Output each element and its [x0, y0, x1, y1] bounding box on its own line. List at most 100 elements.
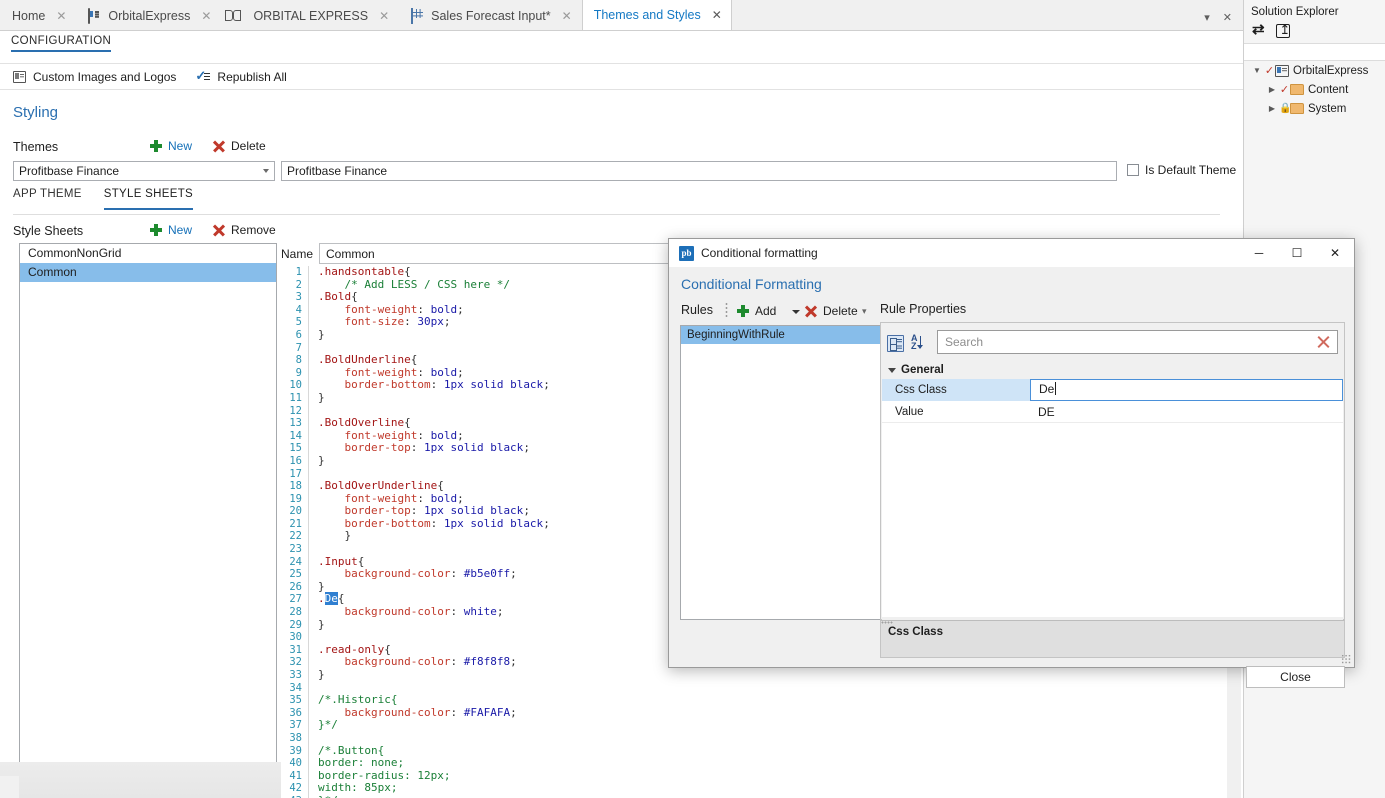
left-edge-background — [0, 776, 19, 798]
themes-label: Themes — [13, 140, 59, 154]
code-token: width: 85px; — [318, 781, 398, 795]
close-icon[interactable]: ✕ — [201, 10, 211, 22]
delete-rule-button[interactable]: Delete — [805, 304, 858, 318]
close-icon[interactable]: ✕ — [1316, 239, 1354, 267]
tab-orbital-express-model[interactable]: ORBITAL EXPRESS ✕ — [221, 0, 399, 30]
code-line[interactable]: 39 /*.Button{ — [281, 744, 1219, 758]
line-number: 31 — [281, 643, 309, 657]
property-group-general[interactable]: General — [882, 361, 1343, 379]
chevron-right-icon[interactable]: ▶ — [1265, 85, 1279, 94]
list-item[interactable]: CommonNonGrid — [20, 244, 276, 263]
resize-grip[interactable] — [1341, 654, 1351, 664]
tree-node-content[interactable]: ▶ ✓ Content — [1244, 80, 1385, 99]
tree-node-label: Content — [1308, 83, 1349, 96]
tree-node-system[interactable]: ▶ 🔒 System — [1244, 99, 1385, 118]
close-icon[interactable]: ✕ — [1223, 13, 1232, 24]
list-item[interactable]: BeginningWithRule — [681, 326, 881, 344]
book-icon — [233, 9, 247, 22]
property-row-value[interactable]: Value DE — [882, 401, 1343, 423]
code-token: : — [450, 605, 464, 619]
code-token: border-radius: 12px; — [318, 768, 451, 782]
checkbox-box[interactable] — [1127, 164, 1139, 176]
code-line[interactable]: 38 — [281, 731, 1219, 745]
code-line[interactable]: 37}*/ — [281, 719, 1219, 732]
chevron-right-icon[interactable]: ▶ — [1265, 104, 1279, 113]
code-token: : — [417, 365, 431, 379]
solution-explorer-search[interactable] — [1244, 43, 1385, 61]
close-icon[interactable]: ✕ — [562, 10, 572, 22]
code-token: ; — [523, 504, 530, 518]
check-icon: ✓ — [1279, 84, 1290, 96]
chevron-down-icon[interactable] — [792, 310, 800, 314]
description-splitter-grip[interactable] — [881, 621, 893, 624]
dialog-body: Conditional Formatting Rules Add Delete … — [669, 267, 1354, 688]
publish-icon[interactable] — [1276, 22, 1290, 38]
close-button[interactable]: Close — [1246, 666, 1345, 688]
code-token: background-color — [318, 605, 451, 619]
close-icon[interactable]: ✕ — [56, 10, 66, 22]
tab-themes-and-styles[interactable]: Themes and Styles ✕ — [581, 0, 732, 30]
button-label: Republish All — [217, 69, 287, 84]
chevron-down-icon[interactable]: ▾ — [1204, 13, 1210, 24]
tab-app-theme[interactable]: APP THEME — [13, 188, 82, 210]
code-line[interactable]: 34 — [281, 681, 1219, 695]
republish-all-button[interactable]: Republish All — [195, 68, 287, 84]
code-token: } — [318, 390, 325, 404]
toolbar-overflow-icon[interactable]: ▾ — [862, 306, 867, 315]
rules-list[interactable]: BeginningWithRule — [680, 325, 882, 620]
new-stylesheet-button[interactable]: New — [150, 223, 192, 237]
code-token: } — [318, 529, 352, 543]
maximize-icon[interactable]: ☐ — [1278, 239, 1316, 267]
tab-home[interactable]: Home ✕ — [0, 0, 76, 30]
minimize-icon[interactable]: ─ — [1240, 239, 1278, 267]
chevron-down-icon[interactable]: ▼ — [1250, 66, 1264, 75]
is-default-theme-checkbox[interactable]: Is Default Theme — [1127, 163, 1236, 177]
list-item[interactable]: Common — [20, 263, 276, 282]
tab-style-sheets[interactable]: STYLE SHEETS — [103, 188, 193, 210]
delete-theme-button[interactable]: Delete — [213, 139, 266, 153]
code-line[interactable]: 42 width: 85px; — [281, 782, 1219, 795]
tree-node-orbitalexpress[interactable]: ▼ ✓ OrbitalExpress — [1244, 61, 1385, 80]
dialog-title-bar[interactable]: pb Conditional formatting ─ ☐ ✕ — [669, 239, 1354, 267]
line-number: 40 — [281, 757, 309, 770]
stylesheets-list[interactable]: CommonNonGrid Common — [19, 243, 277, 775]
theme-name-field[interactable]: Profitbase Finance — [281, 161, 1117, 181]
code-line[interactable]: 41 border-radius: 12px; — [281, 768, 1219, 783]
tab-orbitalexpress[interactable]: OrbitalExpress ✕ — [76, 0, 221, 30]
close-icon[interactable]: ✕ — [712, 9, 722, 21]
code-token: border: none; — [318, 756, 405, 770]
line-number: 20 — [281, 505, 309, 518]
sync-icon[interactable] — [1252, 20, 1267, 39]
add-rule-button[interactable]: Add — [737, 304, 776, 318]
line-number: 19 — [281, 492, 309, 506]
toolbar-grip[interactable] — [725, 302, 728, 317]
new-theme-button[interactable]: New — [150, 139, 192, 153]
alphabetical-sort-icon[interactable] — [911, 333, 928, 352]
theme-select[interactable]: Profitbase Finance — [13, 161, 275, 181]
folder-icon — [1290, 84, 1304, 95]
remove-stylesheet-button[interactable]: Remove — [213, 223, 276, 237]
categorized-view-icon[interactable] — [887, 334, 904, 352]
code-line[interactable]: 36 background-color: #FAFAFA; — [281, 706, 1219, 720]
close-icon[interactable]: ✕ — [379, 10, 389, 22]
property-search-input[interactable]: Search — [937, 330, 1338, 354]
code-token: { — [404, 266, 411, 278]
code-token: .BoldOverline — [318, 416, 405, 430]
property-grid-panel: Search General Css Class De Value DE — [880, 322, 1345, 620]
line-number: 16 — [281, 454, 309, 468]
line-number: 14 — [281, 429, 309, 443]
code-token: : — [430, 378, 444, 392]
code-token: bold — [430, 491, 458, 505]
code-line[interactable]: 33} — [281, 668, 1219, 682]
code-token: font-weight — [318, 302, 418, 316]
custom-images-and-logos-button[interactable]: Custom Images and Logos — [13, 70, 176, 84]
clear-search-icon[interactable] — [1317, 336, 1330, 349]
code-token: { — [357, 554, 365, 568]
property-row-css-class[interactable]: Css Class De — [882, 378, 1343, 401]
code-token: }*/ — [318, 794, 338, 798]
plus-icon — [737, 305, 749, 317]
css-class-input[interactable]: De — [1030, 378, 1343, 401]
value-input[interactable]: DE — [1030, 401, 1343, 423]
code-token: border-top — [318, 441, 411, 455]
tab-sales-forecast-input[interactable]: Sales Forecast Input* ✕ — [399, 0, 582, 30]
